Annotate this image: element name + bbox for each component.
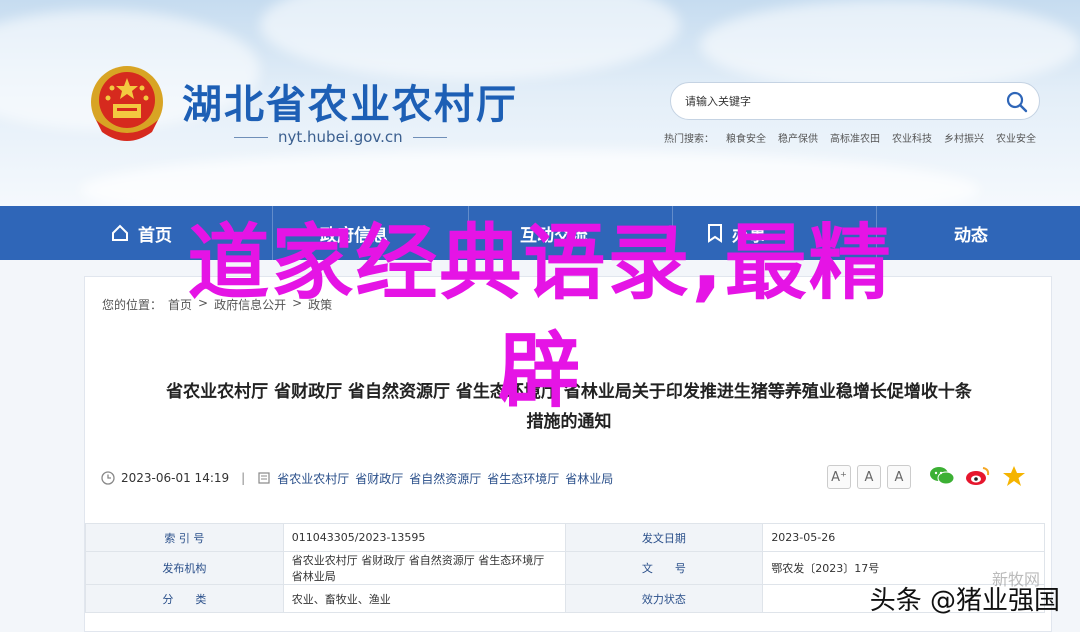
hot-search: 热门搜索： 粮食安全 稳产保供 高标准农田 农业科技 乡村振兴 农业安全 [664, 130, 1036, 145]
weibo-icon[interactable] [965, 463, 991, 489]
table-cell-value: 省农业农村厅 省财政厅 省自然资源厅 省生态环境厅 省林业局 [282, 551, 566, 585]
org-icon [258, 472, 270, 484]
table-cell-key: 发文日期 [564, 523, 764, 552]
search-box [670, 82, 1040, 120]
org-name: 省林业局 [565, 471, 614, 486]
national-emblem-icon [91, 66, 163, 141]
site-domain: nyt.hubei.gov.cn [278, 128, 403, 146]
meta-divider: | [241, 471, 246, 485]
table-cell-value: 农业、畜牧业、渔业 [282, 584, 566, 613]
hot-search-item[interactable]: 粮食安全 [726, 130, 766, 145]
site-title[interactable]: 湖北省农业农村厅 [182, 72, 518, 130]
font-size-controls: A⁺ A A [827, 465, 911, 489]
table-cell-key: 文 号 [564, 551, 764, 585]
overlay-line1: 道家经典语录,最精 [187, 216, 893, 311]
search-icon[interactable] [1005, 90, 1029, 114]
site-header: 湖北省农业农村厅 nyt.hubei.gov.cn 热门搜索： 粮食安全 稳产保… [0, 0, 1080, 206]
search-input[interactable] [685, 91, 985, 111]
hot-search-item[interactable]: 乡村振兴 [944, 130, 984, 145]
org-name: 省财政厅 [355, 471, 404, 486]
table-cell-value: 2023-05-26 [762, 523, 1045, 552]
hot-search-item[interactable]: 高标准农田 [830, 130, 880, 145]
table-row: 索 引 号 011043305/2023-13595 发文日期 2023-05-… [85, 523, 1045, 552]
table-cell-key: 索 引 号 [85, 523, 284, 552]
favorite-star-icon[interactable] [1001, 463, 1027, 489]
domain-right-line [412, 136, 447, 138]
wechat-icon[interactable] [929, 463, 955, 489]
hot-search-item[interactable]: 农业安全 [996, 130, 1036, 145]
org-name: 省农业农村厅 [277, 471, 350, 486]
font-large-button[interactable]: A⁺ [827, 465, 851, 489]
issuing-orgs: 省农业农村厅 省财政厅 省自然资源厅 省生态环境厅 省林业局 [277, 470, 613, 487]
table-cell-value: 011043305/2023-13595 [282, 523, 566, 552]
org-name: 省自然资源厅 [409, 471, 482, 486]
clock-icon [101, 471, 115, 485]
table-cell-key: 发布机构 [85, 551, 284, 585]
table-cell-key: 效力状态 [564, 584, 764, 613]
font-small-button[interactable]: A [887, 465, 911, 489]
domain-row: nyt.hubei.gov.cn [234, 128, 447, 146]
domain-left-line [234, 136, 268, 138]
hot-search-item[interactable]: 农业科技 [892, 130, 932, 145]
hot-search-label: 热门搜索： [664, 134, 714, 145]
table-cell-key: 分 类 [85, 584, 284, 613]
overlay-caption: 道家经典语录,最精 辟 [0, 210, 1080, 426]
font-medium-button[interactable]: A [857, 465, 881, 489]
watermark-text: 头条 @猪业强国 [869, 586, 1060, 616]
publish-date: 2023-06-01 14:19 [121, 471, 230, 485]
overlay-line2: 辟 [497, 324, 582, 419]
hot-search-item[interactable]: 稳产保供 [778, 130, 818, 145]
org-name: 省生态环境厅 [487, 471, 560, 486]
share-controls [929, 463, 1027, 489]
